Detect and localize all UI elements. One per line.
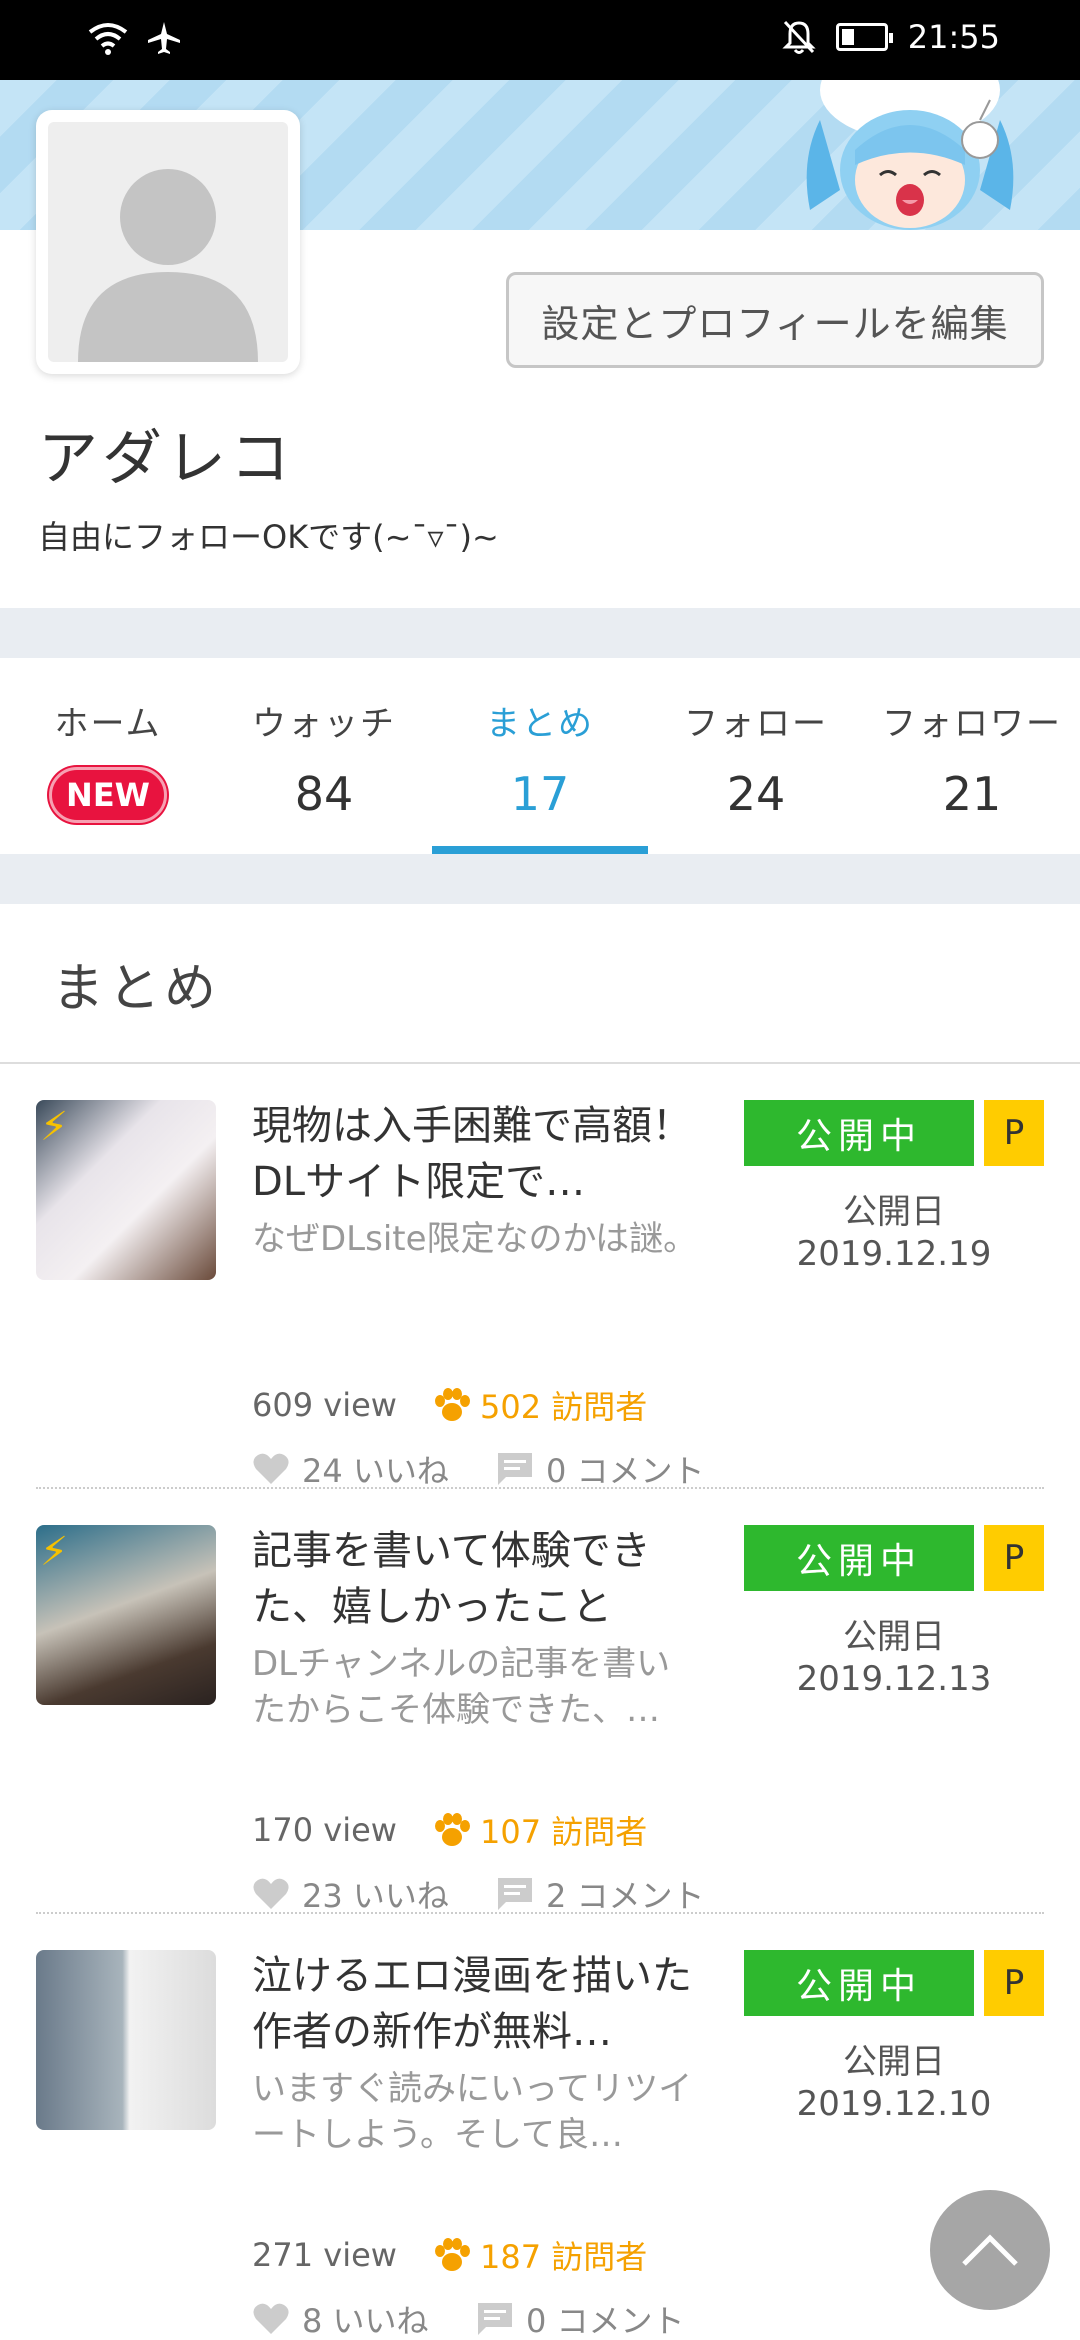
tab-count: 21 (942, 767, 1002, 821)
tab-label: ウォッチ (252, 704, 396, 744)
default-avatar-icon (78, 169, 258, 362)
item-description: いますぐ読みにいってリツイートしよう。そして良… (252, 2069, 693, 2155)
profile-card: 設定とプロフィールを編集 アダレコ 自由にフォローOKです(~¯▿¯)~ (0, 110, 1080, 608)
tab-label: フォロワー (882, 704, 1062, 744)
item-comments: 0 コメント (546, 1452, 705, 1490)
bio: 自由にフォローOKです(~¯▿¯)~ (38, 518, 499, 556)
tab-label: フォロー (684, 704, 828, 744)
item-description: DLチャンネルの記事を書いたからこそ体験できた、… (252, 1644, 671, 1730)
item-comments: 0 コメント (526, 2302, 685, 2340)
tab-watch[interactable]: ウォッチ 84 (216, 658, 432, 854)
list-item[interactable]: 泣けるエロ漫画を描いた作者の新作が無料… いますぐ読みにいってリツイートしよう。… (36, 1914, 1044, 2340)
publish-date-label: 公開日 (843, 2042, 945, 2082)
avatar[interactable] (36, 110, 300, 374)
new-badge: NEW (49, 767, 167, 823)
list-item[interactable]: ⚡ 現物は入手困難で高額！DLサイト限定で… なぜDLsite限定なのかは謎。 … (36, 1064, 1044, 1490)
publish-date: 2019.12.10 (796, 2084, 992, 2124)
p-badge: P (984, 1525, 1044, 1591)
p-badge: P (984, 1950, 1044, 2016)
p-badge: P (984, 1100, 1044, 1166)
wifi-icon (88, 23, 128, 55)
heart-icon (253, 1453, 289, 1484)
battery-icon (835, 23, 893, 51)
tab-home[interactable]: ホーム NEW (0, 658, 216, 854)
scroll-to-top-button[interactable] (930, 2190, 1050, 2310)
heart-icon (253, 2303, 289, 2334)
heart-icon (253, 1878, 289, 1909)
tab-count: 17 (510, 767, 570, 821)
published-badge: 公開中 (744, 1950, 974, 2016)
tab-count: 84 (294, 767, 354, 821)
item-comments: 2 コメント (546, 1877, 705, 1915)
comment-icon (498, 1878, 532, 1910)
item-thumbnail[interactable] (36, 1950, 216, 2130)
tab-followers[interactable]: フォロワー 21 (864, 658, 1080, 854)
status-time: 21:55 (907, 18, 1000, 56)
tab-label: まとめ (486, 704, 594, 744)
lightning-icon: ⚡ (40, 1104, 69, 1150)
publish-date: 2019.12.19 (796, 1234, 992, 1274)
item-views: 271 view (252, 2236, 397, 2274)
item-thumbnail[interactable]: ⚡ (36, 1525, 216, 1705)
publish-date: 2019.12.13 (796, 1659, 992, 1699)
item-description: なぜDLsite限定なのかは謎。 (252, 1219, 698, 1259)
lightning-icon: ⚡ (40, 1529, 69, 1575)
list-item[interactable]: ⚡ 記事を書いて体験できた、嬉しかったこと DLチャンネルの記事を書いたからこそ… (36, 1489, 1044, 1915)
item-title[interactable]: 現物は入手困難で高額！DLサイト限定で… (252, 1098, 702, 1210)
airplane-icon (148, 22, 180, 54)
matome-list: まとめ ⚡ 現物は入手困難で高額！DLサイト限定で… なぜDLsite限定なのか… (0, 904, 1080, 2340)
item-thumbnail[interactable]: ⚡ (36, 1100, 216, 1280)
paw-icon (435, 1813, 470, 1846)
item-views: 609 view (252, 1386, 397, 1424)
profile-tabs: ホーム NEW ウォッチ 84 まとめ 17 フォロー 24 フォロワー 21 (0, 658, 1080, 854)
item-likes: 8 いいね (302, 2302, 429, 2340)
mascot-illustration (806, 80, 1014, 230)
paw-icon (435, 2238, 470, 2271)
edit-profile-button[interactable]: 設定とプロフィールを編集 (506, 272, 1044, 368)
published-badge: 公開中 (744, 1100, 974, 1166)
published-badge: 公開中 (744, 1525, 974, 1591)
tab-follow[interactable]: フォロー 24 (648, 658, 864, 854)
publish-date-label: 公開日 (843, 1617, 945, 1657)
notifications-off-icon (782, 20, 816, 54)
username: アダレコ (38, 424, 294, 494)
item-visitors: 107 訪問者 (480, 1813, 648, 1851)
comment-icon (498, 1453, 532, 1485)
publish-date-label: 公開日 (843, 1192, 945, 1232)
tab-count: 24 (726, 767, 786, 821)
comment-icon (478, 2303, 512, 2335)
item-title[interactable]: 泣けるエロ漫画を描いた作者の新作が無料… (252, 1948, 702, 2060)
item-visitors: 187 訪問者 (480, 2238, 648, 2276)
tab-matome[interactable]: まとめ 17 (432, 658, 648, 854)
item-views: 170 view (252, 1811, 397, 1849)
item-likes: 24 いいね (302, 1452, 449, 1490)
item-title[interactable]: 記事を書いて体験できた、嬉しかったこと (252, 1523, 702, 1635)
paw-icon (435, 1388, 470, 1421)
section-title: まとめ (0, 904, 1080, 1064)
item-likes: 23 いいね (302, 1877, 449, 1915)
chevron-up-icon (962, 2234, 1018, 2266)
tab-label: ホーム (54, 704, 162, 744)
item-visitors: 502 訪問者 (480, 1388, 648, 1426)
status-bar: 21:55 (0, 0, 1080, 80)
